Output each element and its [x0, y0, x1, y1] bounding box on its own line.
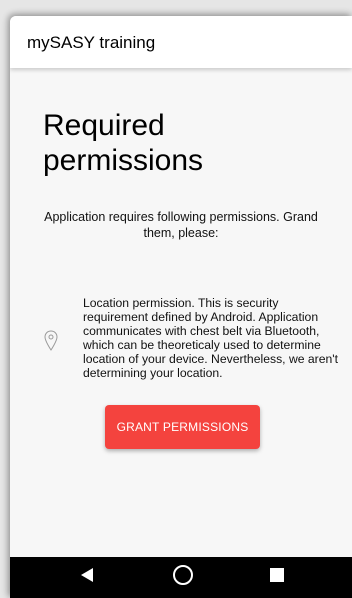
nav-home-button[interactable] [158, 557, 208, 598]
nav-back-button[interactable] [62, 557, 112, 598]
intro-text: Application requires following permissio… [44, 210, 318, 240]
phone-screen: mySASY training Required permissions App… [10, 16, 352, 598]
app-bar: mySASY training [10, 16, 352, 68]
nav-recents-button[interactable] [252, 557, 302, 598]
page-title: Required permissions [43, 109, 204, 177]
location-pin-icon [44, 330, 58, 352]
system-nav-bar [10, 557, 352, 598]
back-icon [79, 567, 95, 588]
grant-permissions-button[interactable]: GRANT PERMISSIONS [105, 405, 260, 449]
home-icon [172, 564, 194, 591]
recents-icon [270, 568, 284, 587]
permission-item-location: Location permission. This is security re… [38, 296, 338, 400]
permissions-screen: Required permissions Application require… [10, 68, 352, 557]
permission-description: Location permission. This is security re… [83, 296, 339, 380]
app-title: mySASY training [27, 33, 156, 52]
